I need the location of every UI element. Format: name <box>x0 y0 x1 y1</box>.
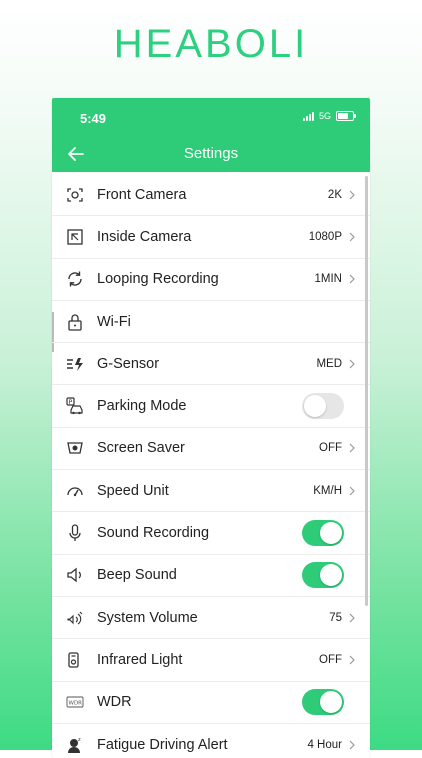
chevron-right-icon <box>348 740 358 750</box>
wdr-toggle[interactable] <box>302 689 344 716</box>
setting-label: Screen Saver <box>97 440 185 457</box>
toggle-knob <box>320 564 342 587</box>
settings-row-front-camera[interactable]: Front Camera 2K <box>52 174 370 217</box>
top-bar: 5:49 5G Settings <box>52 98 370 172</box>
setting-value: 4 Hour <box>307 738 342 751</box>
chevron-right-icon <box>348 274 358 284</box>
status-bar: 5:49 5G <box>52 98 370 136</box>
microphone-icon <box>65 523 85 543</box>
screen-saver-icon <box>65 438 85 458</box>
setting-value: OFF <box>319 653 342 666</box>
setting-label: Sound Recording <box>97 525 210 542</box>
parking-mode-toggle[interactable] <box>302 393 344 420</box>
volume-icon <box>65 608 85 628</box>
setting-value: 1080P <box>308 230 342 243</box>
setting-value: 75 <box>329 611 342 624</box>
loop-icon <box>65 269 85 289</box>
phone-screen: 5:49 5G Settings Front Camera 2K Inside Ca… <box>52 98 370 758</box>
settings-list: Front Camera 2K Inside Camera 1080P Looping … <box>52 174 370 758</box>
settings-row-parking-mode[interactable]: P Parking Mode <box>52 385 370 428</box>
chevron-right-icon <box>348 613 358 623</box>
status-time: 5:49 <box>80 111 107 126</box>
setting-label: Wi-Fi <box>97 313 131 330</box>
svg-text:WDR: WDR <box>69 701 83 707</box>
setting-label: G-Sensor <box>97 355 160 372</box>
setting-value: 2K <box>327 188 342 201</box>
beep-sound-toggle[interactable] <box>302 562 344 589</box>
g-sensor-icon <box>65 354 85 374</box>
infrared-icon <box>65 650 85 670</box>
svg-text:P: P <box>69 399 73 406</box>
inside-camera-icon <box>65 227 85 247</box>
setting-label: Fatigue Driving Alert <box>97 736 228 753</box>
speaker-icon <box>65 565 85 585</box>
battery-icon <box>336 111 356 121</box>
setting-label: Front Camera <box>97 186 187 203</box>
setting-label: System Volume <box>97 609 198 626</box>
setting-value: 1MIN <box>314 273 342 286</box>
signal-icon <box>302 111 314 121</box>
setting-value: OFF <box>319 442 342 455</box>
front-camera-icon <box>65 185 85 205</box>
settings-row-g-sensor[interactable]: G-Sensor MED <box>52 343 370 386</box>
wdr-icon: WDR <box>65 692 85 712</box>
app-bar: Settings <box>52 136 370 172</box>
network-label: 5G <box>318 111 331 121</box>
svg-text:z: z <box>78 737 81 743</box>
setting-value: KM/H <box>313 484 342 497</box>
scrollbar[interactable] <box>365 176 368 606</box>
settings-row-wi-fi[interactable]: Wi-Fi <box>52 301 370 344</box>
status-indicators: 5G <box>302 111 356 121</box>
settings-row-inside-camera[interactable]: Inside Camera 1080P <box>52 216 370 259</box>
chevron-right-icon <box>348 359 358 369</box>
settings-row-fatigue-driving-alert[interactable]: z Fatigue Driving Alert 4 Hour <box>52 724 370 758</box>
setting-value: MED <box>316 357 342 370</box>
toggle-knob <box>320 522 342 545</box>
setting-label: Inside Camera <box>97 228 192 245</box>
chevron-right-icon <box>348 190 358 200</box>
chevron-right-icon <box>348 486 358 496</box>
settings-row-beep-sound[interactable]: Beep Sound <box>52 555 370 597</box>
settings-row-system-volume[interactable]: System Volume 75 <box>52 597 370 640</box>
toggle-knob <box>304 395 326 418</box>
settings-row-wdr[interactable]: WDR WDR <box>52 682 370 724</box>
chevron-right-icon <box>348 655 358 665</box>
settings-row-speed-unit[interactable]: Speed Unit KM/H <box>52 470 370 513</box>
page-title: Settings <box>183 145 239 162</box>
sound-recording-toggle[interactable] <box>302 520 344 547</box>
parking-icon: P <box>65 396 85 416</box>
brand-logo: HEABOLI <box>113 22 309 66</box>
fatigue-icon: z <box>65 735 85 755</box>
setting-label: Parking Mode <box>97 398 187 415</box>
lock-icon <box>65 312 85 332</box>
setting-label: Speed Unit <box>97 482 169 499</box>
setting-label: Beep Sound <box>97 567 177 584</box>
setting-label: WDR <box>97 694 132 711</box>
setting-label: Infrared Light <box>97 651 183 668</box>
chevron-right-icon <box>348 443 358 453</box>
chevron-right-icon <box>348 232 358 242</box>
settings-row-sound-recording[interactable]: Sound Recording <box>52 512 370 555</box>
settings-row-looping-recording[interactable]: Looping Recording 1MIN <box>52 259 370 301</box>
speedometer-icon <box>65 481 85 501</box>
settings-row-screen-saver[interactable]: Screen Saver OFF <box>52 428 370 471</box>
setting-label: Looping Recording <box>97 271 219 288</box>
toggle-knob <box>320 691 342 714</box>
settings-row-infrared-light[interactable]: Infrared Light OFF <box>52 639 370 682</box>
